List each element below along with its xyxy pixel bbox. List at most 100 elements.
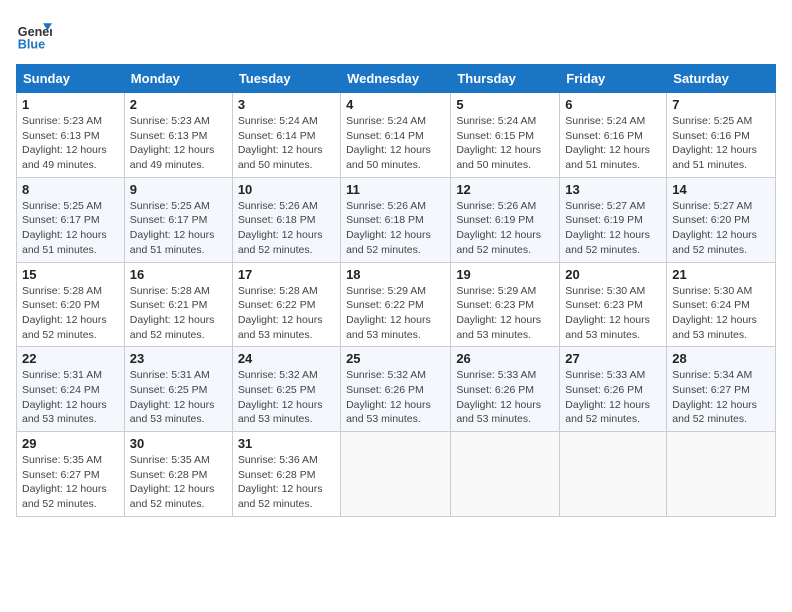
day-info: Sunrise: 5:24 AM Sunset: 6:16 PM Dayligh… <box>565 114 661 173</box>
day-number: 19 <box>456 267 554 282</box>
day-number: 28 <box>672 351 770 366</box>
day-info: Sunrise: 5:30 AM Sunset: 6:23 PM Dayligh… <box>565 284 661 343</box>
day-info: Sunrise: 5:35 AM Sunset: 6:27 PM Dayligh… <box>22 453 119 512</box>
day-number: 23 <box>130 351 227 366</box>
day-number: 10 <box>238 182 335 197</box>
day-number: 31 <box>238 436 335 451</box>
calendar-week-row: 15 Sunrise: 5:28 AM Sunset: 6:20 PM Dayli… <box>17 262 776 347</box>
day-number: 20 <box>565 267 661 282</box>
logo-icon: General Blue <box>16 16 52 52</box>
calendar-body: 1Sunrise: 5:23 AM Sunset: 6:13 PM Daylig… <box>17 93 776 517</box>
calendar-cell: 1Sunrise: 5:23 AM Sunset: 6:13 PM Daylig… <box>17 93 125 178</box>
weekday-header-row: SundayMondayTuesdayWednesdayThursdayFrid… <box>17 65 776 93</box>
day-number: 7 <box>672 97 770 112</box>
day-number: 2 <box>130 97 227 112</box>
day-info: Sunrise: 5:32 AM Sunset: 6:26 PM Dayligh… <box>346 368 445 427</box>
weekday-header-saturday: Saturday <box>667 65 776 93</box>
calendar-week-row: 1Sunrise: 5:23 AM Sunset: 6:13 PM Daylig… <box>17 93 776 178</box>
day-info: Sunrise: 5:33 AM Sunset: 6:26 PM Dayligh… <box>456 368 554 427</box>
day-info: Sunrise: 5:26 AM Sunset: 6:19 PM Dayligh… <box>456 199 554 258</box>
calendar-week-row: 22 Sunrise: 5:31 AM Sunset: 6:24 PM Dayli… <box>17 347 776 432</box>
calendar-cell: 17Sunrise: 5:28 AM Sunset: 6:22 PM Dayli… <box>232 262 340 347</box>
weekday-header-tuesday: Tuesday <box>232 65 340 93</box>
calendar-cell: 15 Sunrise: 5:28 AM Sunset: 6:20 PM Dayli… <box>17 262 125 347</box>
day-info: Sunrise: 5:29 AM Sunset: 6:22 PM Dayligh… <box>346 284 445 343</box>
day-info: Sunrise: 5:35 AM Sunset: 6:28 PM Dayligh… <box>130 453 227 512</box>
calendar-cell <box>560 432 667 517</box>
day-info: Sunrise: 5:24 AM Sunset: 6:14 PM Dayligh… <box>238 114 335 173</box>
calendar-cell: 24Sunrise: 5:32 AM Sunset: 6:25 PM Dayli… <box>232 347 340 432</box>
calendar-cell: 2 Sunrise: 5:23 AM Sunset: 6:13 PM Daylig… <box>124 93 232 178</box>
calendar-cell: 30 Sunrise: 5:35 AM Sunset: 6:28 PM Dayli… <box>124 432 232 517</box>
calendar-cell: 11 Sunrise: 5:26 AM Sunset: 6:18 PM Dayli… <box>341 177 451 262</box>
calendar-cell <box>341 432 451 517</box>
day-info: Sunrise: 5:28 AM Sunset: 6:20 PM Dayligh… <box>22 284 119 343</box>
calendar-cell: 25 Sunrise: 5:32 AM Sunset: 6:26 PM Dayli… <box>341 347 451 432</box>
day-info: Sunrise: 5:26 AM Sunset: 6:18 PM Dayligh… <box>346 199 445 258</box>
calendar-cell: 13 Sunrise: 5:27 AM Sunset: 6:19 PM Dayli… <box>560 177 667 262</box>
calendar-cell: 27Sunrise: 5:33 AM Sunset: 6:26 PM Dayli… <box>560 347 667 432</box>
day-info: Sunrise: 5:33 AM Sunset: 6:26 PM Dayligh… <box>565 368 661 427</box>
day-number: 8 <box>22 182 119 197</box>
day-info: Sunrise: 5:24 AM Sunset: 6:15 PM Dayligh… <box>456 114 554 173</box>
day-info: Sunrise: 5:25 AM Sunset: 6:17 PM Dayligh… <box>130 199 227 258</box>
calendar-cell: 3 Sunrise: 5:24 AM Sunset: 6:14 PM Daylig… <box>232 93 340 178</box>
day-number: 13 <box>565 182 661 197</box>
logo: General Blue <box>16 16 52 52</box>
day-info: Sunrise: 5:23 AM Sunset: 6:13 PM Dayligh… <box>130 114 227 173</box>
day-info: Sunrise: 5:23 AM Sunset: 6:13 PM Dayligh… <box>22 114 119 173</box>
calendar-cell: 31Sunrise: 5:36 AM Sunset: 6:28 PM Dayli… <box>232 432 340 517</box>
calendar-cell <box>451 432 560 517</box>
day-number: 18 <box>346 267 445 282</box>
calendar-cell: 12 Sunrise: 5:26 AM Sunset: 6:19 PM Dayli… <box>451 177 560 262</box>
day-info: Sunrise: 5:26 AM Sunset: 6:18 PM Dayligh… <box>238 199 335 258</box>
weekday-header-monday: Monday <box>124 65 232 93</box>
day-number: 25 <box>346 351 445 366</box>
day-number: 30 <box>130 436 227 451</box>
day-info: Sunrise: 5:25 AM Sunset: 6:17 PM Dayligh… <box>22 199 119 258</box>
day-info: Sunrise: 5:30 AM Sunset: 6:24 PM Dayligh… <box>672 284 770 343</box>
svg-text:Blue: Blue <box>18 37 45 51</box>
weekday-header-wednesday: Wednesday <box>341 65 451 93</box>
day-info: Sunrise: 5:31 AM Sunset: 6:25 PM Dayligh… <box>130 368 227 427</box>
weekday-header-sunday: Sunday <box>17 65 125 93</box>
day-info: Sunrise: 5:27 AM Sunset: 6:19 PM Dayligh… <box>565 199 661 258</box>
weekday-header-friday: Friday <box>560 65 667 93</box>
calendar-cell: 28 Sunrise: 5:34 AM Sunset: 6:27 PM Dayli… <box>667 347 776 432</box>
day-number: 3 <box>238 97 335 112</box>
day-number: 6 <box>565 97 661 112</box>
calendar-cell: 18 Sunrise: 5:29 AM Sunset: 6:22 PM Dayli… <box>341 262 451 347</box>
calendar-cell: 16 Sunrise: 5:28 AM Sunset: 6:21 PM Dayli… <box>124 262 232 347</box>
day-info: Sunrise: 5:34 AM Sunset: 6:27 PM Dayligh… <box>672 368 770 427</box>
day-number: 22 <box>22 351 119 366</box>
calendar-cell: 23 Sunrise: 5:31 AM Sunset: 6:25 PM Dayli… <box>124 347 232 432</box>
calendar-cell: 8 Sunrise: 5:25 AM Sunset: 6:17 PM Daylig… <box>17 177 125 262</box>
day-number: 9 <box>130 182 227 197</box>
day-number: 11 <box>346 182 445 197</box>
calendar-cell: 14 Sunrise: 5:27 AM Sunset: 6:20 PM Dayli… <box>667 177 776 262</box>
day-number: 26 <box>456 351 554 366</box>
day-info: Sunrise: 5:31 AM Sunset: 6:24 PM Dayligh… <box>22 368 119 427</box>
calendar-cell: 21Sunrise: 5:30 AM Sunset: 6:24 PM Dayli… <box>667 262 776 347</box>
calendar-week-row: 8 Sunrise: 5:25 AM Sunset: 6:17 PM Daylig… <box>17 177 776 262</box>
day-info: Sunrise: 5:27 AM Sunset: 6:20 PM Dayligh… <box>672 199 770 258</box>
calendar-table: SundayMondayTuesdayWednesdayThursdayFrid… <box>16 64 776 517</box>
calendar-cell: 22 Sunrise: 5:31 AM Sunset: 6:24 PM Dayli… <box>17 347 125 432</box>
page-header: General Blue <box>16 16 776 52</box>
day-number: 4 <box>346 97 445 112</box>
day-number: 16 <box>130 267 227 282</box>
calendar-cell: 26 Sunrise: 5:33 AM Sunset: 6:26 PM Dayli… <box>451 347 560 432</box>
day-number: 14 <box>672 182 770 197</box>
calendar-cell: 9 Sunrise: 5:25 AM Sunset: 6:17 PM Daylig… <box>124 177 232 262</box>
calendar-cell: 10 Sunrise: 5:26 AM Sunset: 6:18 PM Dayli… <box>232 177 340 262</box>
day-number: 24 <box>238 351 335 366</box>
calendar-cell <box>667 432 776 517</box>
day-number: 12 <box>456 182 554 197</box>
day-number: 29 <box>22 436 119 451</box>
day-number: 15 <box>22 267 119 282</box>
calendar-cell: 4Sunrise: 5:24 AM Sunset: 6:14 PM Daylig… <box>341 93 451 178</box>
day-info: Sunrise: 5:28 AM Sunset: 6:22 PM Dayligh… <box>238 284 335 343</box>
calendar-cell: 29 Sunrise: 5:35 AM Sunset: 6:27 PM Dayli… <box>17 432 125 517</box>
day-info: Sunrise: 5:28 AM Sunset: 6:21 PM Dayligh… <box>130 284 227 343</box>
day-info: Sunrise: 5:29 AM Sunset: 6:23 PM Dayligh… <box>456 284 554 343</box>
